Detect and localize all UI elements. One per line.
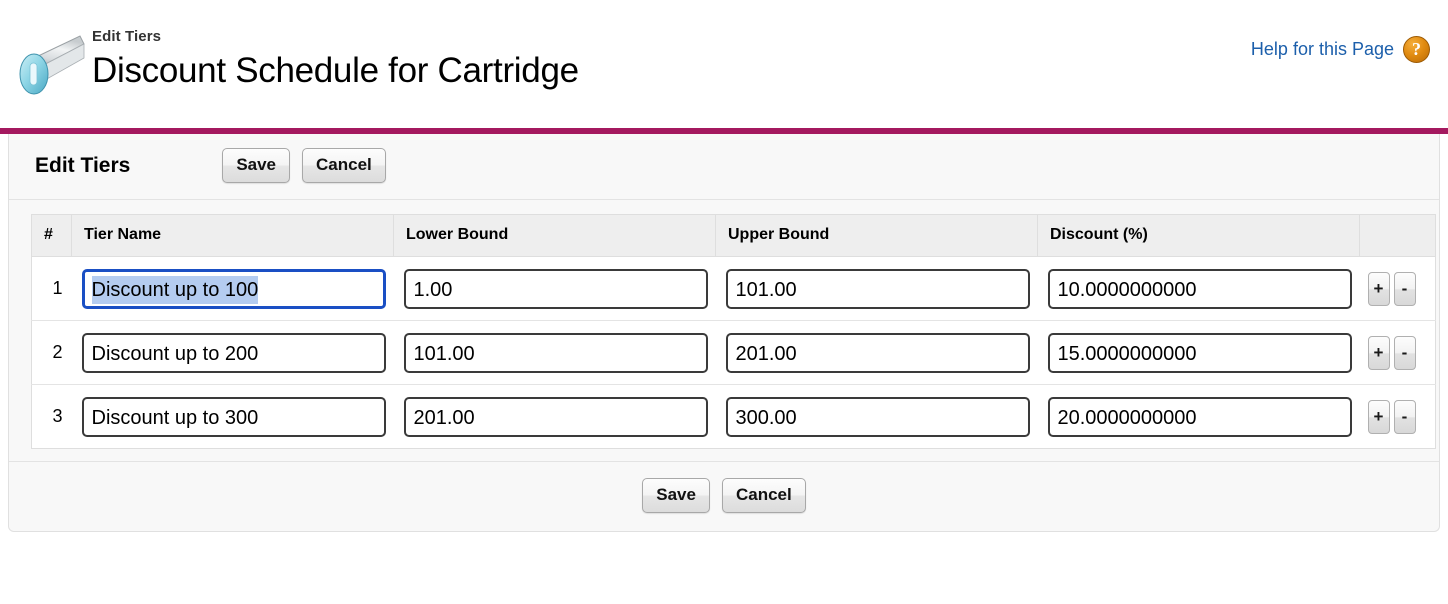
table-row: 1 Discount up to 100 1.00 101.00 10.00000000…: [31, 256, 1436, 321]
cell-disc: 20.0000000000: [1037, 384, 1360, 449]
cell-low: 1.00: [393, 256, 716, 321]
table-row: 2 Discount up to 200 101.00 201.00 15.000000…: [31, 320, 1436, 385]
tier-name-input-value: Discount up to 300: [91, 406, 259, 429]
add-tier-button-row-3[interactable]: +: [1367, 399, 1390, 434]
row-action-buttons: + -: [1367, 335, 1436, 370]
tiers-table-body: 1 Discount up to 100 1.00 101.00 10.00000000…: [31, 256, 1436, 449]
discount-input-value: 20.0000000000: [1057, 406, 1197, 429]
upper-bound-input-row-3[interactable]: 300.00: [725, 396, 1030, 437]
cell-up: 101.00: [715, 256, 1038, 321]
add-tier-button-row-2[interactable]: +: [1367, 335, 1390, 370]
cell-actions: + -: [1359, 320, 1436, 385]
upper-bound-input-row-1[interactable]: 101.00: [725, 268, 1030, 309]
section-title: Edit Tiers: [35, 153, 131, 177]
cell-up: 201.00: [715, 320, 1038, 385]
discount-input-value: 15.0000000000: [1057, 342, 1197, 365]
cell-low: 101.00: [393, 320, 716, 385]
save-button-bottom[interactable]: Save: [642, 478, 710, 513]
tiers-table-wrap: # Tier Name Lower Bound Upper Bound Disc…: [9, 200, 1439, 461]
column-header-tier-name: Tier Name: [71, 214, 394, 257]
lower-bound-input-value: 101.00: [413, 342, 475, 365]
lower-bound-input-value: 1.00: [413, 278, 453, 301]
row-number: 2: [31, 320, 72, 385]
row-action-buttons: + -: [1367, 399, 1436, 434]
save-button-top[interactable]: Save: [222, 148, 291, 183]
cell-actions: + -: [1359, 384, 1436, 449]
discount-schedule-icon: [14, 28, 86, 104]
lower-bound-input-row-2[interactable]: 101.00: [403, 332, 708, 373]
discount-input-row-2[interactable]: 15.0000000000: [1047, 332, 1352, 373]
page-header: Edit Tiers Discount Schedule for Cartrid…: [0, 0, 1448, 128]
column-header-upper-bound: Upper Bound: [715, 214, 1038, 257]
cell-disc: 10.0000000000: [1037, 256, 1360, 321]
page-eyebrow: Edit Tiers: [92, 28, 162, 45]
cell-name: Discount up to 300: [71, 384, 394, 449]
discount-input-row-3[interactable]: 20.0000000000: [1047, 396, 1352, 437]
discount-input-value: 10.0000000000: [1057, 278, 1197, 301]
table-row: 3 Discount up to 300 201.00 300.00 20.000000…: [31, 384, 1436, 449]
lower-bound-input-row-1[interactable]: 1.00: [403, 268, 708, 309]
edit-tiers-panel: Edit Tiers Save Cancel # Tier Name Lower…: [8, 134, 1440, 532]
row-action-buttons: + -: [1367, 271, 1436, 306]
cancel-button-top[interactable]: Cancel: [302, 148, 386, 183]
remove-tier-button-row-3[interactable]: -: [1393, 399, 1416, 434]
remove-tier-button-row-1[interactable]: -: [1393, 271, 1416, 306]
cell-low: 201.00: [393, 384, 716, 449]
tiers-table: # Tier Name Lower Bound Upper Bound Disc…: [31, 214, 1436, 449]
discount-input-row-1[interactable]: 10.0000000000: [1047, 268, 1352, 309]
column-header-lower-bound: Lower Bound: [393, 214, 716, 257]
tier-name-input-value: Discount up to 100: [91, 275, 259, 304]
upper-bound-input-value: 300.00: [735, 406, 797, 429]
cell-name: Discount up to 200: [71, 320, 394, 385]
cell-name: Discount up to 100: [71, 256, 394, 321]
lower-bound-input-row-3[interactable]: 201.00: [403, 396, 708, 437]
table-header-row: # Tier Name Lower Bound Upper Bound Disc…: [31, 214, 1436, 257]
remove-tier-button-row-2[interactable]: -: [1393, 335, 1416, 370]
row-number: 1: [31, 256, 72, 321]
page-title: Discount Schedule for Cartridge: [92, 51, 579, 90]
lower-bound-input-value: 201.00: [413, 406, 475, 429]
tier-name-input-value: Discount up to 200: [91, 342, 259, 365]
tier-name-input-row-3[interactable]: Discount up to 300: [81, 396, 386, 437]
panel-footer: Save Cancel: [9, 461, 1439, 531]
help-area: Help for this Page ?: [1251, 36, 1430, 63]
cancel-button-bottom[interactable]: Cancel: [721, 478, 806, 513]
upper-bound-input-value: 101.00: [735, 278, 797, 301]
toolbar-button-row: Save Cancel: [222, 148, 386, 183]
panel-toolbar: Edit Tiers Save Cancel: [9, 134, 1439, 200]
column-header-number: #: [31, 214, 72, 257]
cell-up: 300.00: [715, 384, 1038, 449]
tier-name-input-row-1[interactable]: Discount up to 100: [81, 268, 386, 309]
upper-bound-input-row-2[interactable]: 201.00: [725, 332, 1030, 373]
help-question-icon[interactable]: ?: [1403, 36, 1430, 63]
upper-bound-input-value: 201.00: [735, 342, 797, 365]
cell-disc: 15.0000000000: [1037, 320, 1360, 385]
column-header-actions: [1359, 214, 1436, 257]
add-tier-button-row-1[interactable]: +: [1367, 271, 1390, 306]
row-number: 3: [31, 384, 72, 449]
help-for-this-page-link[interactable]: Help for this Page: [1251, 39, 1394, 60]
column-header-discount: Discount (%): [1037, 214, 1360, 257]
cell-actions: + -: [1359, 256, 1436, 321]
tier-name-input-row-2[interactable]: Discount up to 200: [81, 332, 386, 373]
